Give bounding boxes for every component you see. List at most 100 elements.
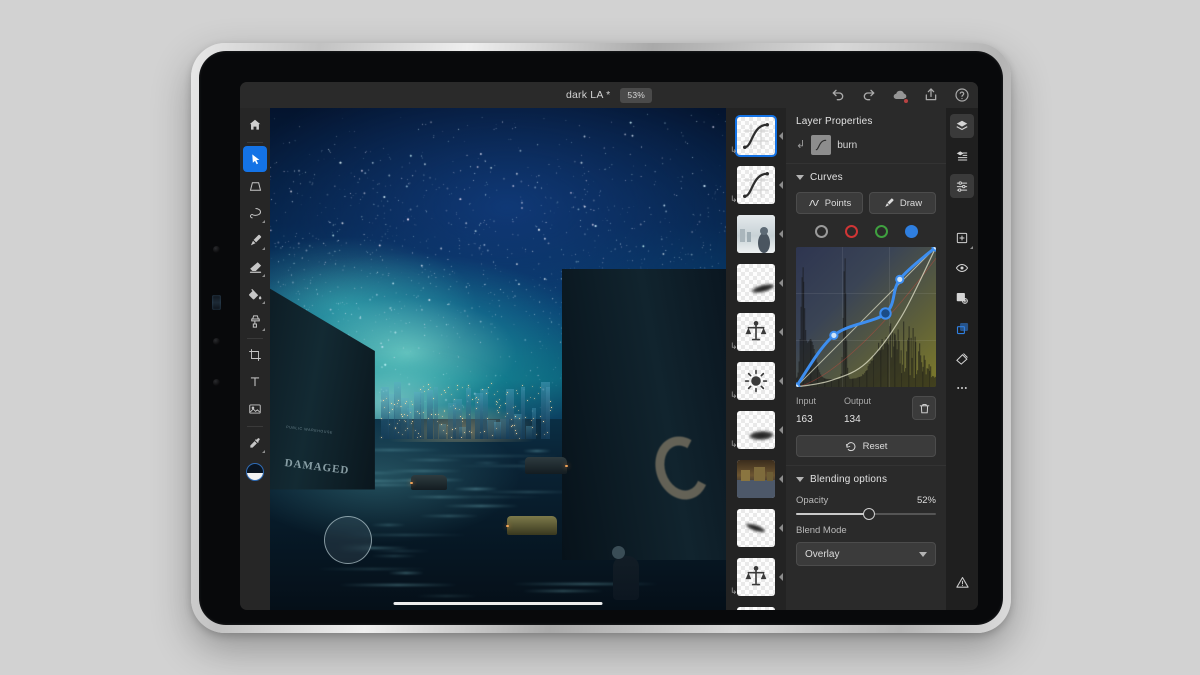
layer-expand-caret[interactable] (779, 132, 783, 140)
lasso-tool[interactable] (243, 200, 267, 226)
output-value[interactable]: 134 (844, 414, 892, 425)
duplicate-layer-icon[interactable] (950, 316, 974, 340)
tool-submenu-indicator (262, 301, 265, 304)
curve-mode-points-button[interactable]: Points (796, 192, 863, 214)
mask-icon[interactable] (950, 286, 974, 310)
layer-expand-caret[interactable] (779, 377, 783, 385)
redo-icon[interactable] (861, 87, 877, 103)
layer-brightness-1[interactable]: ↳ (728, 359, 784, 403)
layer-mask-stroke-2[interactable]: ↳ (728, 408, 784, 452)
curve-mode-draw-button[interactable]: Draw (869, 192, 936, 214)
clone-stamp-tool[interactable] (243, 308, 267, 334)
layer-mask-stroke-3[interactable] (728, 506, 784, 550)
artwork-city-light (430, 387, 431, 388)
layer-expand-caret[interactable] (779, 230, 783, 238)
layer-photo-boy[interactable] (728, 212, 784, 256)
blending-section-header[interactable]: Blending options (796, 474, 936, 485)
reset-curve-button[interactable]: Reset (796, 435, 936, 457)
layer-thumbnail (737, 313, 775, 351)
artwork-car-light (506, 525, 509, 527)
layer-levels-2[interactable]: ↳ (728, 555, 784, 599)
artwork-city-light (507, 392, 508, 393)
cloud-sync-icon[interactable] (892, 87, 908, 103)
artwork-city-light (496, 401, 497, 402)
artwork-city-light (428, 418, 429, 419)
canvas-area[interactable]: PUBLIC WAREHOUSE DAMAGED (270, 108, 726, 610)
artwork-city-light (448, 387, 449, 388)
channel-selector (796, 225, 936, 238)
layer-expand-caret[interactable] (779, 279, 783, 287)
layer-expand-caret[interactable] (779, 426, 783, 434)
select-tool[interactable] (243, 146, 267, 172)
opacity-slider-knob[interactable] (863, 508, 875, 520)
curves-section-header[interactable]: Curves (796, 172, 936, 183)
layer-expand-caret[interactable] (779, 328, 783, 336)
layer-curves-2[interactable]: ↳ (728, 163, 784, 207)
layer-mask-stroke-1[interactable] (728, 261, 784, 305)
color-swatch[interactable] (246, 463, 264, 481)
transform-tool[interactable] (243, 173, 267, 199)
visibility-icon[interactable] (950, 256, 974, 280)
current-layer-row[interactable]: ↲ burn (796, 135, 936, 155)
blend-mode-select[interactable]: Overlay (796, 542, 936, 566)
artwork-city-light (406, 401, 407, 402)
curve-control-points[interactable] (796, 247, 936, 387)
tone-curve-graph[interactable] (796, 247, 936, 387)
artwork-city-light (424, 391, 425, 392)
layer-levels-1[interactable]: ↳ (728, 310, 784, 354)
artwork-city-light (381, 418, 382, 419)
canvas-touch-ring[interactable] (324, 516, 372, 564)
brush-tool[interactable] (243, 227, 267, 253)
warning-icon[interactable] (950, 570, 974, 594)
artwork-city-light (460, 416, 461, 417)
channel-green[interactable] (875, 225, 888, 238)
artwork-city-light (497, 410, 498, 411)
cloud-sync-badge (903, 98, 909, 104)
layer-mask-stroke-4[interactable]: ↳ (728, 604, 784, 610)
layer-expand-caret[interactable] (779, 181, 783, 189)
layer-comps-icon[interactable] (950, 144, 974, 168)
layer-expand-caret[interactable] (779, 524, 783, 532)
eyedropper-tool[interactable] (243, 430, 267, 456)
opacity-slider[interactable] (796, 513, 936, 515)
layer-curves-burn[interactable]: ↳ (728, 114, 784, 158)
input-value[interactable]: 163 (796, 414, 844, 425)
artwork-city-light (464, 432, 465, 433)
eraser-tool[interactable] (243, 254, 267, 280)
share-icon[interactable] (923, 87, 939, 103)
artwork-city-light (411, 423, 412, 424)
layer-expand-caret[interactable] (779, 475, 783, 483)
help-icon[interactable] (954, 87, 970, 103)
text-tool[interactable] (243, 369, 267, 395)
layer-filmstrip[interactable]: ↳↳↳↳↳↳↳↳ (726, 108, 786, 610)
panel-title: Layer Properties (796, 116, 936, 127)
crop-tool[interactable] (243, 342, 267, 368)
zoom-level-badge[interactable]: 53% (620, 88, 652, 103)
artwork-right-building (562, 269, 726, 560)
add-layer-icon[interactable] (950, 226, 974, 250)
channel-blue[interactable] (905, 225, 918, 238)
fill-tool[interactable] (243, 281, 267, 307)
artwork-city-light (441, 394, 442, 395)
delete-point-button[interactable] (912, 396, 936, 420)
place-image-tool[interactable] (243, 396, 267, 422)
layer-photo-street[interactable] (728, 457, 784, 501)
more-options-icon[interactable] (950, 376, 974, 400)
home-icon[interactable] (243, 112, 267, 138)
channel-red[interactable] (845, 225, 858, 238)
undo-icon[interactable] (830, 87, 846, 103)
channel-rgb[interactable] (815, 225, 828, 238)
artwork-city-light (475, 398, 476, 399)
artwork-skyline-building (394, 382, 401, 439)
clipping-mask-icon[interactable] (950, 346, 974, 370)
artwork-reflection-streak (371, 550, 429, 552)
adjustments-icon[interactable] (950, 174, 974, 198)
artwork-city-light (551, 407, 552, 408)
artwork-city-light (443, 430, 444, 431)
artwork-reflection-streak (443, 505, 519, 507)
workspace: PUBLIC WAREHOUSE DAMAGED ↳ ↳ ↳ ↳ ↳ ↳ Lay… (240, 108, 978, 610)
layers-panel-icon[interactable] (950, 114, 974, 138)
artwork-city-light (423, 386, 424, 387)
clipping-arrow-icon: ↳ (730, 587, 738, 596)
layer-expand-caret[interactable] (779, 573, 783, 581)
